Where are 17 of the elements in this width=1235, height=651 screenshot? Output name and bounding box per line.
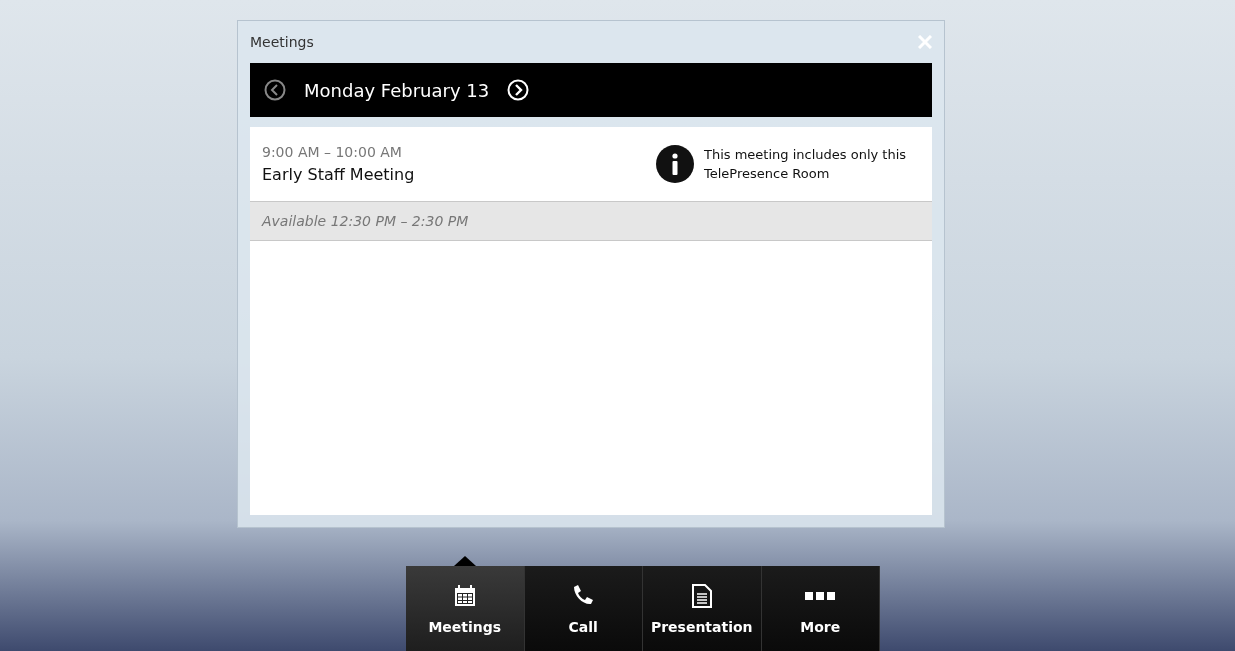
dialog-title: Meetings [250,34,314,50]
info-icon [656,145,694,183]
meeting-time: 9:00 AM – 10:00 AM [262,144,403,160]
toolbar-button[interactable]: More [761,566,880,651]
calendar-icon [453,585,476,607]
toolbar-button[interactable]: Presentation [643,566,762,651]
availability-text: Available 12:30 PM – 2:30 PM [262,213,469,229]
available-slot[interactable]: Available 12:30 PM – 2:30 PM [250,202,932,241]
document-icon [691,584,712,608]
next-day-icon[interactable] [507,79,530,101]
date-label: Monday February 13 [304,79,490,101]
toolbar-button[interactable]: Call [524,566,643,651]
meeting-note: This meeting includes only this TelePresence Room [704,145,908,183]
more-icon [805,592,836,600]
previous-day-icon[interactable] [264,79,286,101]
selection-pointer [453,556,476,566]
meeting-title: Early Staff Meeting [262,165,415,184]
